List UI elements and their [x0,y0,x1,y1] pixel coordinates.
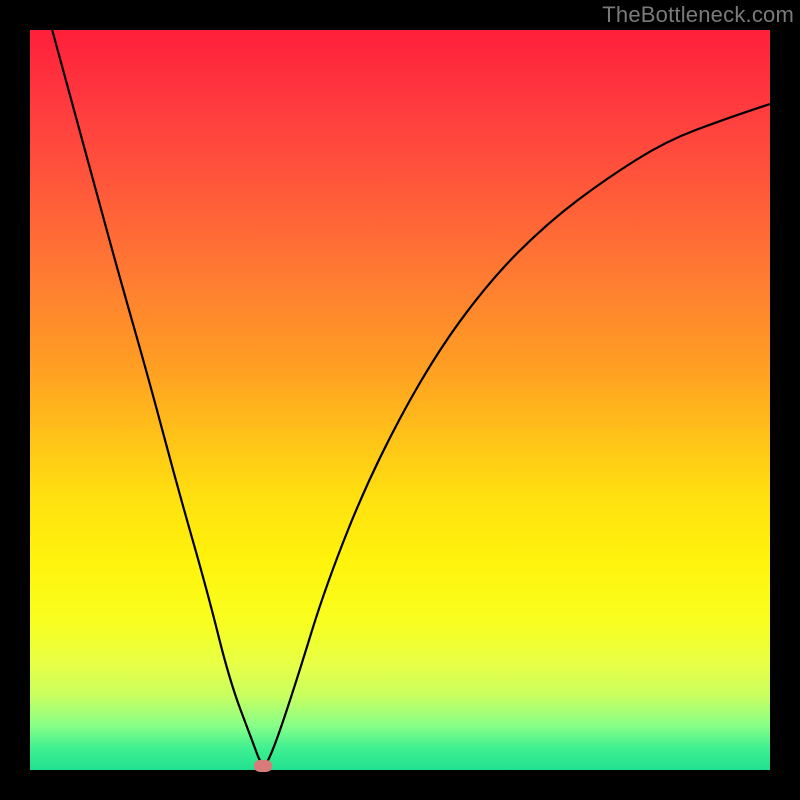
watermark-text: TheBottleneck.com [602,2,794,28]
chart-frame: TheBottleneck.com [0,0,800,800]
bottleneck-curve [30,30,770,770]
curve-path [52,30,770,764]
min-marker [254,760,272,772]
plot-area [30,30,770,770]
